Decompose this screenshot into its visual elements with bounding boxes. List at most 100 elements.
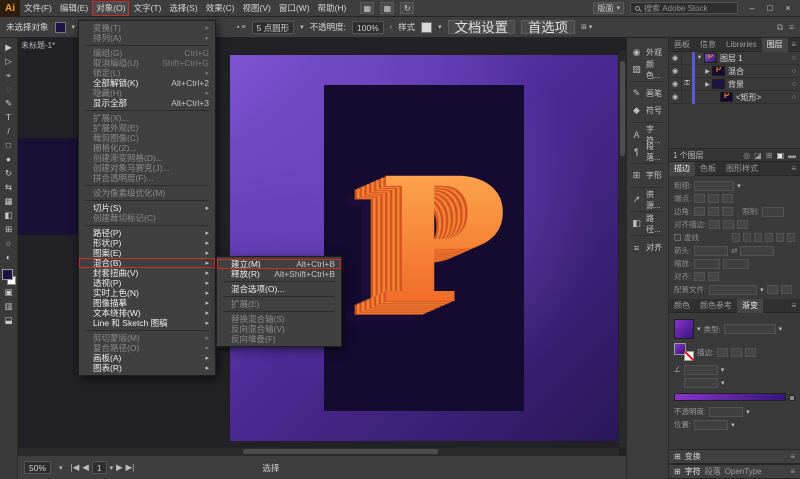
opacity-input[interactable]: 100% bbox=[352, 20, 384, 34]
dashed-line-checkbox[interactable] bbox=[674, 234, 681, 241]
panel-button-brushes[interactable]: ✎ 画笔 bbox=[627, 85, 668, 102]
preferences-button[interactable]: 首选项 bbox=[520, 20, 575, 34]
paintbrush-tool[interactable]: ● bbox=[2, 153, 16, 166]
magic-wand-tool[interactable]: ⌖ bbox=[2, 69, 16, 82]
tab-描边[interactable]: 描边 bbox=[669, 161, 695, 176]
target-circle-icon[interactable]: ○ bbox=[788, 81, 800, 88]
direct-selection-tool[interactable]: ▷ bbox=[2, 55, 16, 68]
delete-selection-icon[interactable]: ▬ bbox=[788, 151, 796, 160]
panel-menu-icon[interactable]: ≡ bbox=[790, 452, 795, 461]
chevron-right-icon[interactable]: › bbox=[390, 24, 392, 31]
panel-menu-icon[interactable]: ≡ bbox=[791, 40, 800, 49]
gradient-location-dropdown[interactable] bbox=[694, 419, 729, 430]
tab-opentype[interactable]: OpenType bbox=[725, 467, 762, 476]
gradient-angle-input[interactable] bbox=[683, 364, 718, 375]
menubar-item-2[interactable]: 对象(O) bbox=[92, 0, 130, 16]
fill-stroke-control[interactable] bbox=[1, 269, 16, 285]
document-tab[interactable]: 未标题-1* bbox=[21, 40, 55, 51]
bevel-join-button[interactable] bbox=[722, 207, 734, 216]
minimize-button[interactable]: – bbox=[744, 2, 760, 15]
visibility-eye-icon[interactable]: ◉ bbox=[669, 90, 682, 104]
disclosure-triangle-icon[interactable]: ▼ bbox=[695, 55, 704, 61]
menubar-item-8[interactable]: 帮助(H) bbox=[314, 1, 351, 16]
arrow-scale-start-input[interactable] bbox=[694, 258, 721, 269]
layer-name[interactable]: <矩形> bbox=[736, 92, 788, 103]
rotate-tool[interactable]: ↻ bbox=[2, 167, 16, 180]
layer-name[interactable]: 图层 1 bbox=[720, 53, 788, 64]
gradient-type-dropdown[interactable] bbox=[723, 324, 776, 334]
width-tool[interactable]: ⇆ bbox=[2, 181, 16, 194]
gradient-stop-icon[interactable] bbox=[789, 394, 795, 401]
chevron-down-icon[interactable]: ▾ bbox=[438, 23, 442, 31]
document-setup-button[interactable]: 文档设置 bbox=[447, 20, 515, 34]
fill-color-swatch[interactable] bbox=[1, 269, 13, 280]
flip-along-button[interactable] bbox=[766, 285, 778, 294]
panel-button-paragraph-styles[interactable]: ¶ 段落... bbox=[627, 142, 668, 162]
arrow-start-dropdown[interactable] bbox=[694, 245, 729, 256]
stroke-none-proxy[interactable] bbox=[684, 351, 694, 361]
screen-mode-icon[interactable]: ⬓ bbox=[2, 314, 16, 327]
arrow-end-dropdown[interactable] bbox=[740, 245, 775, 256]
tab-图层[interactable]: 图层 bbox=[761, 37, 788, 52]
menubar-item-1[interactable]: 编辑(E) bbox=[56, 1, 92, 16]
panel-toggle-icon[interactable]: ⧉ bbox=[777, 22, 783, 33]
visibility-eye-icon[interactable]: ◉ bbox=[669, 77, 682, 91]
menu-item[interactable]: Line 和 Sketch 图稿 ▸ bbox=[79, 318, 215, 328]
menubar-item-5[interactable]: 效果(C) bbox=[202, 1, 239, 16]
disclosure-triangle-icon[interactable]: ▶ bbox=[703, 68, 712, 75]
menu-item[interactable]: 排列(A) ▸ bbox=[79, 33, 215, 43]
stroke-across-button[interactable] bbox=[745, 347, 757, 357]
menu-item[interactable]: 图表(R) ▸ bbox=[79, 363, 215, 373]
layer-name[interactable]: 混合 bbox=[728, 66, 788, 77]
tab-图形样式[interactable]: 图形样式 bbox=[721, 162, 763, 176]
round-cap-button[interactable] bbox=[708, 194, 720, 203]
tab-character[interactable]: 字符 bbox=[685, 466, 701, 477]
stroke-along-button[interactable] bbox=[731, 347, 743, 357]
menubar-item-6[interactable]: 视图(V) bbox=[239, 1, 275, 16]
target-circle-icon[interactable]: ○ bbox=[788, 68, 800, 75]
chevron-down-icon[interactable]: ▾ bbox=[72, 23, 76, 31]
pen-tool[interactable]: ✎ bbox=[2, 97, 16, 110]
mesh-tool[interactable]: ▦ bbox=[2, 195, 16, 208]
locate-object-icon[interactable]: ◎ bbox=[743, 151, 750, 160]
draw-normal-icon[interactable]: ▣ bbox=[2, 286, 16, 299]
stroke-within-button[interactable] bbox=[717, 347, 729, 357]
aspect-ratio-input[interactable] bbox=[684, 377, 718, 388]
align-outside-button[interactable] bbox=[737, 220, 749, 229]
draw-behind-icon[interactable]: ▥ bbox=[2, 300, 16, 313]
limit-input[interactable] bbox=[762, 206, 785, 217]
panel-menu-icon[interactable]: ≡ bbox=[791, 164, 800, 173]
width-profile-dropdown[interactable] bbox=[709, 284, 758, 295]
menu-item[interactable]: 反向堆叠(F) bbox=[217, 334, 341, 344]
next-artboard-button[interactable]: ▶ bbox=[116, 462, 123, 473]
gradient-swatch[interactable] bbox=[674, 319, 694, 339]
stroke-weight-input[interactable] bbox=[694, 180, 735, 191]
hand-tool[interactable]: ○ bbox=[2, 237, 16, 250]
rectangle-tool[interactable]: □ bbox=[2, 139, 16, 152]
vertical-scroll-thumb[interactable] bbox=[620, 61, 625, 156]
fill-color-swatch[interactable] bbox=[54, 21, 66, 33]
tab-颜色[interactable]: 颜色 bbox=[669, 299, 695, 313]
chevron-down-icon[interactable]: ▾ bbox=[300, 23, 304, 31]
layer-name[interactable]: 背景 bbox=[728, 79, 788, 90]
gradient-slider[interactable] bbox=[674, 393, 786, 401]
close-button[interactable]: × bbox=[780, 2, 796, 15]
panel-button-pathfinder[interactable]: ◧ 路径... bbox=[627, 214, 668, 234]
maximize-button[interactable]: □ bbox=[762, 2, 778, 15]
line-segment-tool[interactable]: / bbox=[2, 125, 16, 138]
arrange-documents-icon[interactable]: ▦ bbox=[360, 2, 375, 14]
target-circle-icon[interactable]: ○ bbox=[788, 55, 800, 62]
panel-menu-icon[interactable]: ≡ bbox=[790, 467, 795, 476]
visibility-eye-icon[interactable]: ◉ bbox=[669, 51, 682, 65]
gradient-tool[interactable]: ◧ bbox=[2, 209, 16, 222]
stock-search-input[interactable]: 搜索 Adobe Stock bbox=[630, 2, 738, 14]
menu-item[interactable]: 创建裁切标记(C) bbox=[79, 213, 215, 223]
control-menu-icon[interactable]: ≡ bbox=[789, 22, 794, 33]
zoom-level-dropdown[interactable]: 50% bbox=[24, 461, 52, 474]
butt-cap-button[interactable] bbox=[694, 194, 706, 203]
poster-rectangle[interactable]: PPPPPPPPPPPPPPP bbox=[324, 85, 524, 411]
type-tool[interactable]: T bbox=[2, 111, 16, 124]
menu-item[interactable]: 拼合透明度(F)... bbox=[79, 173, 215, 183]
lasso-tool[interactable]: ◌ bbox=[2, 83, 16, 96]
share-icon[interactable]: ↻ bbox=[400, 2, 415, 14]
